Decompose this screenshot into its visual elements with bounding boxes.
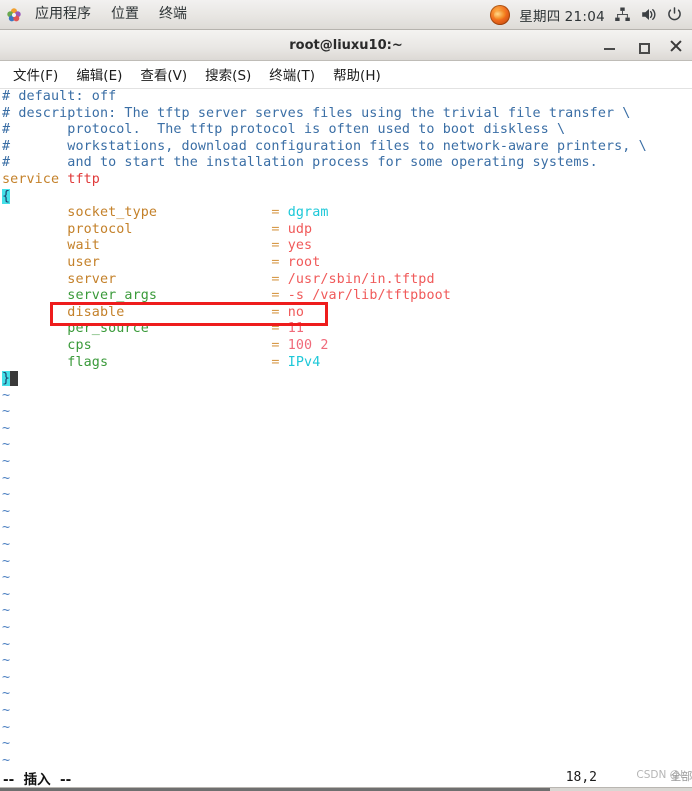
vim-buffer: # default: off # description: The tftp se… <box>0 89 692 764</box>
menu-help[interactable]: 帮助(H) <box>324 61 390 88</box>
comment-line-3: # workstations, download configuration f… <box>2 138 647 154</box>
empty-line-marker: ~ <box>2 702 11 718</box>
empty-line-marker: ~ <box>2 487 11 503</box>
config-entry-protocol: protocol = udp <box>67 221 313 237</box>
empty-line-marker: ~ <box>2 736 11 752</box>
window-titlebar[interactable]: root@liuxu10:~ <box>0 30 692 61</box>
menu-file[interactable]: 文件(F) <box>4 61 67 88</box>
panel-tray-group: 星期四 21:04 <box>490 4 692 25</box>
config-entry-per_source: per_source = 11 <box>67 321 305 337</box>
firefox-icon[interactable] <box>490 4 511 25</box>
watermark-overlay-text: 全部 <box>670 770 692 783</box>
minimize-button[interactable] <box>602 38 618 54</box>
empty-line-marker: ~ <box>2 669 11 685</box>
applications-flower-icon[interactable] <box>6 7 22 23</box>
maximize-button[interactable] <box>635 38 651 54</box>
window-title: root@liuxu10:~ <box>289 37 403 53</box>
empty-line-marker: ~ <box>2 520 11 536</box>
empty-line-marker: ~ <box>2 420 11 436</box>
gnome-top-panel: 应用程序 位置 终端 星期四 21:04 <box>0 0 692 30</box>
clock-time: 21:04 <box>564 8 605 25</box>
empty-line-marker: ~ <box>2 752 11 764</box>
empty-line-marker: ~ <box>2 553 11 569</box>
panel-menu-terminal[interactable]: 终端 <box>149 5 197 24</box>
comment-line-1: # description: The tftp server serves fi… <box>2 105 631 121</box>
terminal-window: root@liuxu10:~ 文件(F) 编辑(E) 查看(V) 搜索(S) 终… <box>0 30 692 791</box>
empty-line-marker: ~ <box>2 653 11 669</box>
window-controls <box>602 30 684 61</box>
service-declaration-line: service tftp <box>2 171 100 187</box>
empty-line-marker: ~ <box>2 454 11 470</box>
config-entry-user: user = root <box>67 254 321 270</box>
empty-line-marker: ~ <box>2 586 11 602</box>
empty-line-marker: ~ <box>2 686 11 702</box>
config-entry-socket_type: socket_type = dgram <box>67 205 329 221</box>
empty-line-marker: ~ <box>2 603 11 619</box>
empty-line-marker: ~ <box>2 404 11 420</box>
terminal-menubar: 文件(F) 编辑(E) 查看(V) 搜索(S) 终端(T) 帮助(H) <box>0 61 692 89</box>
power-icon[interactable] <box>666 6 683 23</box>
network-icon[interactable] <box>614 6 631 23</box>
empty-line-marker: ~ <box>2 537 11 553</box>
config-entry-server: server = /usr/sbin/in.tftpd <box>67 271 435 287</box>
empty-line-marker: ~ <box>2 437 11 453</box>
comment-line-0: # default: off <box>2 89 117 104</box>
comment-line-2: # protocol. The tftp protocol is often u… <box>2 122 566 138</box>
vim-mode-indicator: -- 插入 -- <box>3 771 72 788</box>
cursor-position: 18,2 <box>565 770 597 785</box>
empty-line-marker: ~ <box>2 620 11 635</box>
panel-menu-applications[interactable]: 应用程序 <box>25 5 101 24</box>
empty-line-marker: ~ <box>2 503 11 519</box>
open-brace-line: { <box>2 188 11 204</box>
vim-status-line: -- 插入 -- 18,2 CSDN @L 全部 <box>0 764 692 791</box>
config-entry-disable: disable = no <box>67 304 305 320</box>
empty-line-marker: ~ <box>2 470 11 486</box>
panel-clock[interactable]: 星期四 21:04 <box>519 5 605 25</box>
menu-terminal[interactable]: 终端(T) <box>260 61 324 88</box>
config-entry-flags: flags = IPv4 <box>67 354 321 370</box>
config-entry-server_args: server_args = -s /var/lib/tftpboot <box>67 288 451 304</box>
close-button[interactable] <box>668 38 684 54</box>
empty-line-marker: ~ <box>2 719 11 735</box>
config-entry-wait: wait = yes <box>67 238 313 254</box>
config-entry-cps: cps = 100 2 <box>67 337 329 353</box>
window-bottom-edge <box>0 787 692 791</box>
menu-edit[interactable]: 编辑(E) <box>67 61 131 88</box>
vim-editor-area[interactable]: # default: off # description: The tftp se… <box>0 89 692 764</box>
menu-view[interactable]: 查看(V) <box>131 61 196 88</box>
empty-line-marker: ~ <box>2 387 11 403</box>
empty-line-marker: ~ <box>2 636 11 652</box>
close-brace-line: } <box>0 371 692 388</box>
csdn-watermark: CSDN @L 全部 <box>636 769 692 783</box>
volume-icon[interactable] <box>640 6 657 23</box>
menu-search[interactable]: 搜索(S) <box>196 61 260 88</box>
empty-line-marker: ~ <box>2 570 11 586</box>
comment-line-4: # and to start the installation process … <box>2 155 598 171</box>
clock-weekday: 星期四 <box>519 8 561 25</box>
panel-menu-group: 应用程序 位置 终端 <box>0 5 197 24</box>
panel-menu-places[interactable]: 位置 <box>101 5 149 24</box>
